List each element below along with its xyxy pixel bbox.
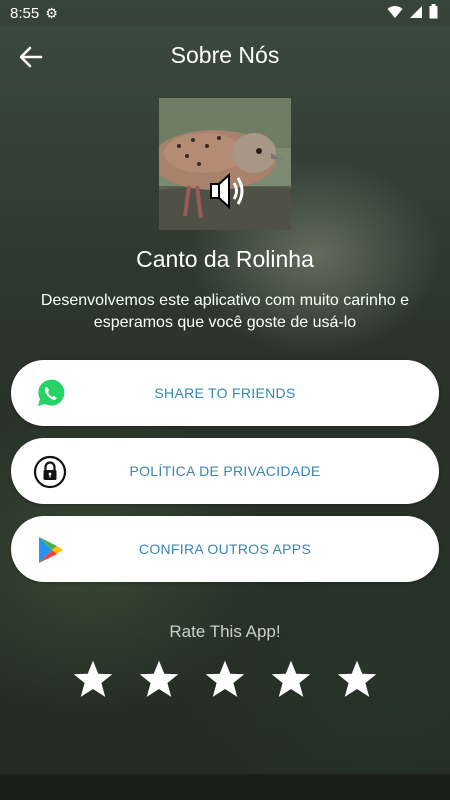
battery-icon	[429, 4, 438, 19]
page-title: Sobre Nós	[170, 42, 280, 68]
settings-gear-icon: ⚙	[45, 4, 58, 21]
star-icon-1[interactable]	[72, 658, 114, 700]
system-navigation-bar	[0, 774, 450, 800]
star-icon-3[interactable]	[204, 658, 246, 700]
signal-icon	[410, 5, 422, 18]
bird-image	[159, 98, 291, 230]
star-icon-5[interactable]	[336, 658, 378, 700]
share-button-label: SHARE TO FRIENDS	[154, 385, 296, 401]
wifi-icon	[387, 5, 403, 18]
status-time: 8:55	[10, 4, 40, 22]
rate-app-label: Rate This App!	[169, 622, 281, 641]
star-rating	[0, 658, 450, 702]
app-logo-play-sound[interactable]	[159, 98, 291, 230]
star-icon-4[interactable]	[270, 658, 312, 700]
other-apps-button-label: CONFIRA OUTROS APPS	[138, 541, 312, 557]
other-apps-button[interactable]: CONFIRA OUTROS APPS	[11, 516, 439, 582]
share-to-friends-button[interactable]: SHARE TO FRIENDS	[11, 360, 439, 426]
star-icon-2[interactable]	[138, 658, 180, 700]
app-name: Canto da Rolinha	[136, 246, 314, 272]
privacy-button-label: POLÍTICA DE PRIVACIDADE	[129, 463, 321, 479]
status-bar: 8:55 ⚙	[0, 0, 450, 26]
app-description: Desenvolvemos este aplicativo com muito …	[40, 292, 410, 331]
app-bar: Sobre Nós	[0, 26, 450, 88]
privacy-policy-button[interactable]: POLÍTICA DE PRIVACIDADE	[11, 438, 439, 504]
